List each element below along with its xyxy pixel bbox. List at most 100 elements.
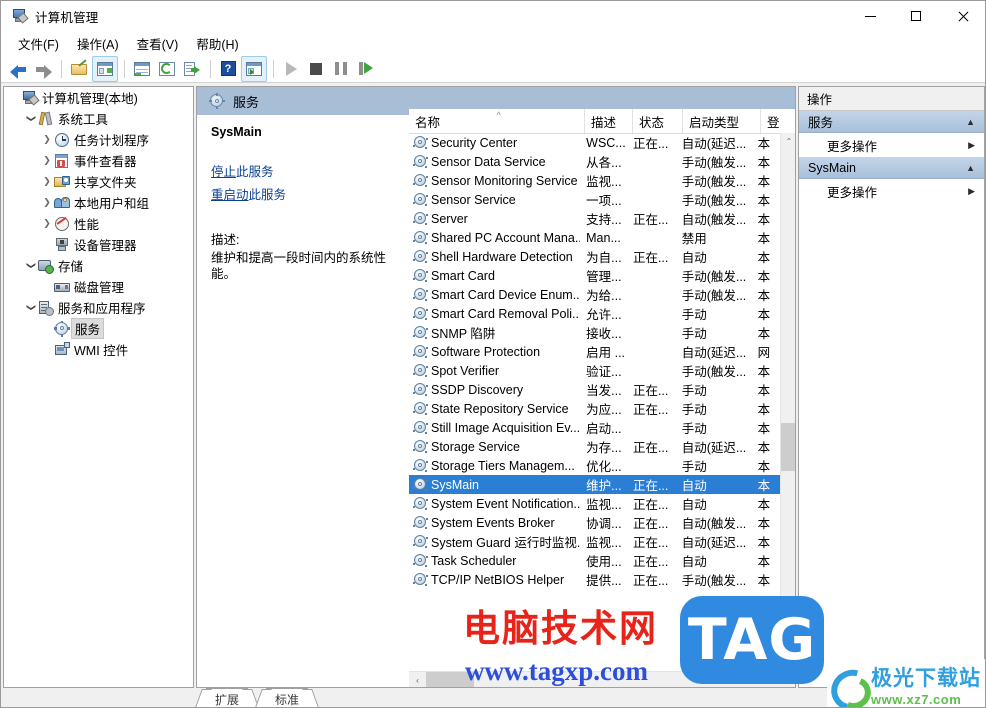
table-row[interactable]: State Repository Service 为应... 正在... 手动 本 <box>409 399 781 418</box>
start-service-button[interactable] <box>279 57 303 81</box>
table-row[interactable]: Shell Hardware Detection 为自... 正在... 自动 本 <box>409 247 781 266</box>
column-status[interactable]: 状态 <box>633 109 683 133</box>
stop-this-service-link[interactable]: 停止此服务 <box>211 161 397 180</box>
menu-action[interactable]: 操作(A) <box>68 31 128 56</box>
tree-services[interactable]: 服务 <box>4 318 193 339</box>
console-tree-pane[interactable]: 计算机管理(本地) ❯ 系统工具 ❯ 任务计划程序 ❯ 事件查看器 ❯ 共享文件夹 ❯ 本地用户和组… <box>3 86 194 688</box>
chevron-down-icon[interactable]: ❯ <box>27 301 37 315</box>
tree-services-and-applications[interactable]: ❯ 服务和应用程序 <box>4 297 193 318</box>
chevron-right-icon[interactable]: ❯ <box>40 219 54 228</box>
scrollbar-corner <box>781 672 795 687</box>
restart-link-text[interactable]: 重启动 <box>211 188 249 202</box>
chevron-right-icon[interactable]: ❯ <box>40 156 54 165</box>
close-button[interactable] <box>939 1 985 31</box>
tree-shared-folders[interactable]: ❯ 共享文件夹 <box>4 171 193 192</box>
vertical-scrollbar[interactable]: ⌃ ⌄ <box>780 133 795 672</box>
more-actions-services[interactable]: 更多操作 ▶ <box>799 133 984 157</box>
show-action-pane-button[interactable] <box>241 55 267 82</box>
table-row[interactable]: Security Center WSC... 正在... 自动(延迟... 本 <box>409 133 781 152</box>
service-gear-icon <box>413 458 428 473</box>
back-button[interactable] <box>6 57 30 81</box>
cell-log-on-as: 本 <box>757 517 771 531</box>
scroll-left-button[interactable]: ‹ <box>409 672 426 687</box>
table-row[interactable]: Sensor Data Service 从各... 手动(触发... 本 <box>409 152 781 171</box>
table-row[interactable]: Server 支持... 正在... 自动(触发... 本 <box>409 209 781 228</box>
cell-service-name: Spot Verifier <box>409 363 580 378</box>
horizontal-scrollbar[interactable]: ‹ › <box>409 671 781 687</box>
actions-group-sysmain[interactable]: SysMain ▲ <box>799 157 984 179</box>
restart-this-service-link[interactable]: 重启动此服务 <box>211 184 397 203</box>
menu-view[interactable]: 查看(V) <box>128 31 188 56</box>
more-actions-sysmain[interactable]: 更多操作 ▶ <box>799 179 984 203</box>
collapse-caret-icon[interactable]: ▲ <box>966 117 975 127</box>
chevron-right-icon[interactable]: ❯ <box>40 135 54 144</box>
service-name-label: Smart Card Device Enum... <box>431 287 581 302</box>
restart-service-button[interactable] <box>354 57 378 81</box>
stop-service-button[interactable] <box>304 57 328 81</box>
table-row[interactable]: TCP/IP NetBIOS Helper 提供... 正在... 手动(触发... 本 <box>409 570 781 589</box>
chevron-down-icon[interactable]: ❯ <box>27 259 37 273</box>
tree-wmi-control[interactable]: WMI 控件 <box>4 339 193 360</box>
service-gear-icon <box>413 192 428 207</box>
stop-link-text[interactable]: 停止 <box>211 165 236 179</box>
table-row[interactable]: System Guard 运行时监视... 监视... 正在... 自动(延迟... 本 <box>409 532 781 551</box>
table-row[interactable]: Sensor Monitoring Service 监视... 手动(触发... 本 <box>409 171 781 190</box>
chevron-right-icon[interactable]: ❯ <box>40 198 54 207</box>
table-row[interactable]: Still Image Acquisition Ev... 启动... 手动 本 <box>409 418 781 437</box>
horizontal-scroll-thumb[interactable] <box>426 672 474 687</box>
menu-file[interactable]: 文件(F) <box>9 31 68 56</box>
show-hide-tree-button[interactable] <box>92 55 118 82</box>
tree-performance[interactable]: ❯ 性能 <box>4 213 193 234</box>
tree-system-tools[interactable]: ❯ 系统工具 <box>4 108 193 129</box>
tree-local-users-and-groups[interactable]: ❯ 本地用户和组 <box>4 192 193 213</box>
refresh-button[interactable] <box>155 57 179 81</box>
column-name[interactable]: 名称 ^ <box>409 109 585 133</box>
collapse-caret-icon-2[interactable]: ▲ <box>966 163 975 173</box>
help-button[interactable]: ? <box>216 57 240 81</box>
table-row[interactable]: Smart Card 管理... 手动(触发... 本 <box>409 266 781 285</box>
tree-task-scheduler[interactable]: ❯ 任务计划程序 <box>4 129 193 150</box>
column-startup-type[interactable]: 启动类型 <box>683 109 761 133</box>
tree-event-viewer[interactable]: ❯ 事件查看器 <box>4 150 193 171</box>
chevron-right-icon[interactable]: ❯ <box>40 177 54 186</box>
table-row[interactable]: System Event Notification... 监视... 正在... 自动… <box>409 494 781 513</box>
properties-button[interactable] <box>130 57 154 81</box>
pause-service-button[interactable] <box>329 57 353 81</box>
minimize-button[interactable] <box>847 1 893 31</box>
table-row[interactable]: SSDP Discovery 当发... 正在... 手动 本 <box>409 380 781 399</box>
scroll-right-button[interactable]: › <box>764 672 781 687</box>
tree-storage[interactable]: ❯ 存储 <box>4 255 193 276</box>
scroll-down-button[interactable]: ⌄ <box>781 656 795 672</box>
table-row[interactable]: Storage Service 为存... 正在... 自动(延迟... 本 <box>409 437 781 456</box>
table-row[interactable]: SysMain 维护... 正在... 自动 本 <box>409 475 781 494</box>
service-gear-icon <box>413 420 428 435</box>
actions-group-services[interactable]: 服务 ▲ <box>799 111 984 133</box>
vertical-scroll-thumb[interactable] <box>781 423 795 471</box>
forward-button[interactable] <box>31 57 55 81</box>
cell-status: 正在... <box>632 498 669 512</box>
tree-disk-management[interactable]: 磁盘管理 <box>4 276 193 297</box>
table-row[interactable]: Storage Tiers Managem... 优化... 手动 本 <box>409 456 781 475</box>
tree-device-manager[interactable]: 设备管理器 <box>4 234 193 255</box>
up-folder-button[interactable] <box>67 57 91 81</box>
menu-help[interactable]: 帮助(H) <box>187 31 247 56</box>
table-row[interactable]: Software Protection 启用 ... 自动(延迟... 网 <box>409 342 781 361</box>
column-description[interactable]: 描述 <box>585 109 633 133</box>
table-row[interactable]: System Events Broker 协调... 正在... 自动(触发... 本 <box>409 513 781 532</box>
cell-log-on-as: 本 <box>757 479 771 493</box>
tab-standard[interactable]: 标准 <box>254 688 320 707</box>
tree-computer-management-local[interactable]: 计算机管理(本地) <box>4 87 193 108</box>
table-row[interactable]: Sensor Service 一项... 手动(触发... 本 <box>409 190 781 209</box>
maximize-button[interactable] <box>893 1 939 31</box>
table-row[interactable]: Shared PC Account Mana... Man... 禁用 本 <box>409 228 781 247</box>
chevron-down-icon[interactable]: ❯ <box>27 112 37 126</box>
column-log-on-as[interactable]: 登 <box>761 109 785 133</box>
table-row[interactable]: Task Scheduler 使用... 正在... 自动 本 <box>409 551 781 570</box>
tab-extended[interactable]: 扩展 <box>194 688 260 707</box>
table-row[interactable]: SNMP 陷阱 接收... 手动 本 <box>409 323 781 342</box>
scroll-up-button[interactable]: ⌃ <box>781 133 795 149</box>
table-row[interactable]: Smart Card Device Enum... 为给... 手动(触发... 本 <box>409 285 781 304</box>
table-row[interactable]: Smart Card Removal Poli... 允许... 手动 本 <box>409 304 781 323</box>
table-row[interactable]: Spot Verifier 验证... 手动(触发... 本 <box>409 361 781 380</box>
export-list-button[interactable] <box>180 57 204 81</box>
